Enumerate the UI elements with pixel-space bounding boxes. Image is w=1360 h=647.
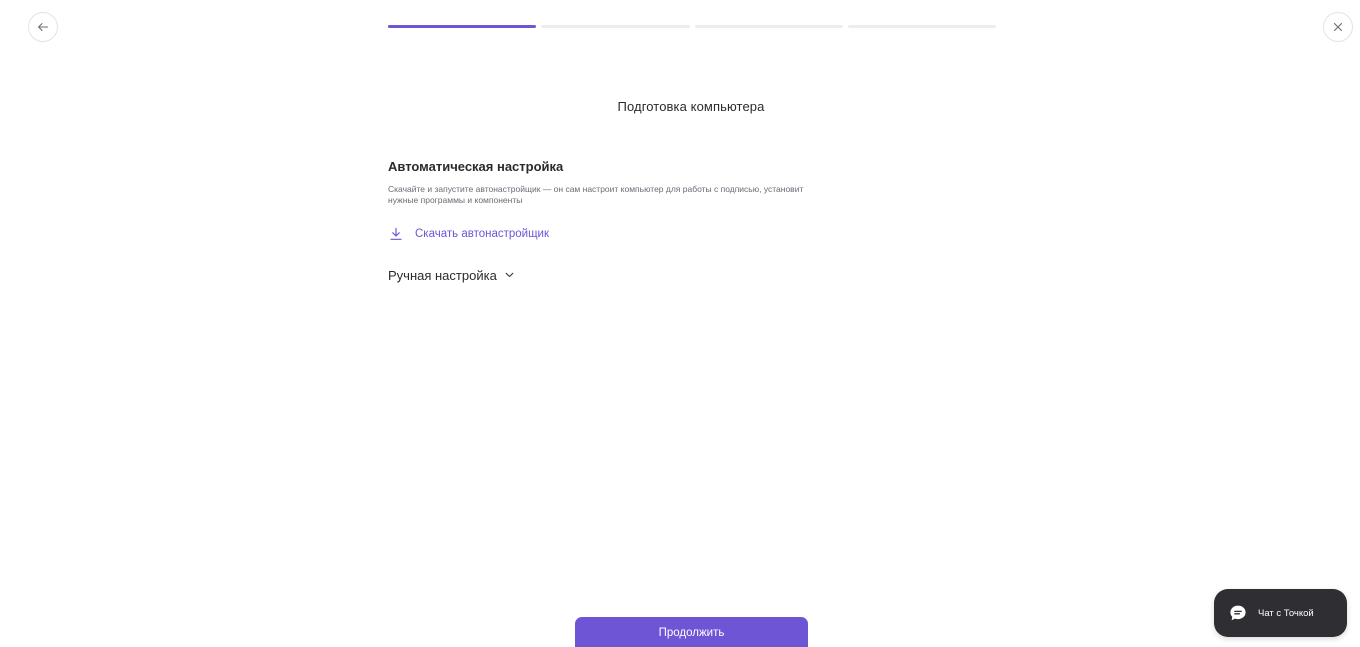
close-button[interactable] xyxy=(1323,12,1353,42)
manual-setup-label: Ручная настройка xyxy=(388,267,497,283)
download-autosetup-link[interactable]: Скачать автонастройщик xyxy=(388,226,848,242)
page-title: Подготовка компьютера xyxy=(617,99,765,114)
arrow-left-icon xyxy=(37,21,49,33)
chevron-down-icon xyxy=(505,272,514,278)
auto-setup-title: Автоматическая настройка xyxy=(388,159,564,174)
setup-content: Автоматическая настройка Скачайте и запу… xyxy=(388,159,848,283)
download-autosetup-label: Скачать автонастройщик xyxy=(415,228,550,240)
manual-setup-toggle[interactable]: Ручная настройка xyxy=(388,267,848,283)
progress-step-4 xyxy=(847,25,996,28)
chat-button[interactable]: Чат с Точкой xyxy=(1214,589,1347,637)
progress-step-2 xyxy=(541,25,690,28)
download-icon xyxy=(388,226,404,242)
continue-button[interactable]: Продолжить xyxy=(575,617,808,647)
chat-bubble-icon xyxy=(1228,603,1248,623)
step-progress-bar xyxy=(388,25,996,28)
chat-label: Чат с Точкой xyxy=(1258,607,1314,619)
progress-step-3 xyxy=(694,25,843,28)
progress-step-1 xyxy=(388,25,537,28)
close-icon xyxy=(1333,22,1343,32)
back-button[interactable] xyxy=(28,12,58,42)
page: Подготовка компьютера Автоматическая нас… xyxy=(0,0,1360,647)
auto-setup-description: Скачайте и запустите автонастройщик — он… xyxy=(388,184,804,205)
